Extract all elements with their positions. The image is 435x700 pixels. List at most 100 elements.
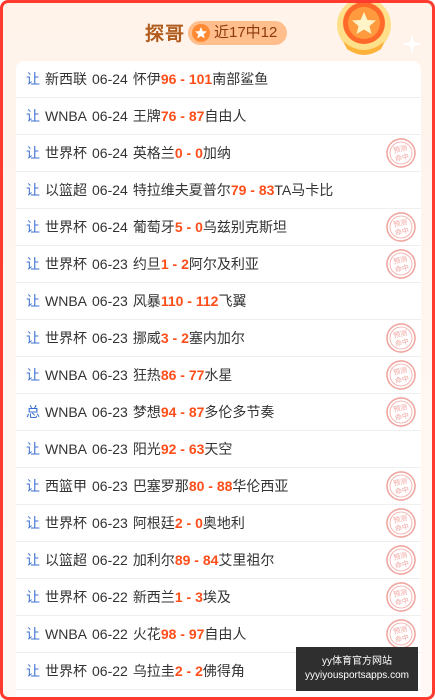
score-separator: - — [182, 515, 196, 531]
score-separator: - — [182, 663, 196, 679]
prediction-hit-stamp: 预测命中 — [384, 396, 418, 428]
sparkle-icon — [402, 34, 422, 54]
home-team: 约旦 — [132, 256, 161, 272]
prediction-hit-stamp: 预测命中 — [384, 581, 418, 613]
list-item[interactable]: 总 WNBA 06-23 梦想94 - 87多伦多节奏 预测 命中 — [16, 394, 421, 431]
match-date: 06-24 — [92, 145, 128, 161]
score-separator: - — [182, 589, 196, 605]
away-team: 自由人 — [204, 626, 247, 642]
list-item[interactable]: 让 WNBA 06-23 阳光92 - 63天空 — [16, 431, 421, 468]
away-team: 水星 — [204, 367, 233, 383]
list-item[interactable]: 让以篮超 06-24 特拉维夫夏普尔79 - 83TA马卡比 — [16, 172, 421, 209]
away-team: 天空 — [204, 441, 233, 457]
match-date: 06-24 — [92, 219, 128, 235]
match-date: 06-23 — [92, 293, 128, 309]
match-date: 06-24 — [92, 108, 128, 124]
away-team: 加纳 — [202, 145, 231, 161]
bet-type: 让 — [26, 256, 40, 272]
expert-name: 探哥 — [145, 24, 186, 45]
star-icon — [192, 24, 210, 42]
away-team: 阿尔及利亚 — [188, 256, 259, 272]
match-date: 06-24 — [92, 71, 128, 87]
league-name: 世界杯 — [45, 145, 87, 161]
match-date: 06-23 — [92, 404, 128, 420]
league-name: 世界杯 — [45, 589, 87, 605]
expert-card: 探哥 近17中12 让新西联 06-24 怀伊96 - 101南部鲨鱼让 WNBA 06… — [0, 0, 435, 700]
bet-type: 让 — [26, 552, 40, 568]
home-team: 风暴 — [132, 293, 161, 309]
away-score: 0 — [195, 219, 203, 235]
prediction-hit-stamp: 预测命中 — [384, 359, 418, 391]
league-name: WNBA — [45, 293, 87, 309]
league-name: 以篮超 — [45, 552, 87, 568]
match-date: 06-22 — [92, 589, 128, 605]
home-score: 76 — [160, 108, 177, 124]
prediction-hit-stamp: 预测命中 — [384, 470, 418, 502]
league-name: 世界杯 — [45, 663, 87, 679]
away-team: 乌兹别克斯坦 — [202, 219, 287, 235]
score-separator: - — [182, 145, 196, 161]
home-team: 狂热 — [132, 367, 161, 383]
list-item[interactable]: 让新西联 06-24 怀伊96 - 101南部鲨鱼 — [16, 61, 421, 98]
match-date: 06-22 — [92, 626, 128, 642]
prediction-hit-stamp: 预测命中 — [384, 248, 418, 280]
match-date: 06-22 — [92, 552, 128, 568]
list-item[interactable]: 让世界杯 06-22 新西兰1 - 3埃及 预测 命中 — [16, 579, 421, 616]
bet-type: 让 — [26, 367, 40, 383]
away-team: 自由人 — [204, 108, 247, 124]
score-separator: - — [168, 330, 182, 346]
bet-type: 让 — [26, 478, 40, 494]
score-separator: - — [176, 71, 189, 87]
home-score: 94 — [160, 404, 177, 420]
home-score: 1 — [160, 256, 169, 272]
match-date: 06-23 — [92, 367, 128, 383]
home-team: 加利尔 — [132, 552, 175, 568]
away-score: 0 — [195, 145, 203, 161]
home-score: 98 — [160, 626, 177, 642]
home-team: 阳光 — [132, 441, 161, 457]
bet-type: 让 — [26, 145, 40, 161]
league-name: 世界杯 — [45, 515, 87, 531]
home-score: 0 — [174, 145, 183, 161]
list-item[interactable]: 让世界杯 06-23 约旦1 - 2阿尔及利亚 预测 命中 — [16, 246, 421, 283]
match-date: 06-23 — [92, 478, 128, 494]
score-separator: - — [246, 182, 259, 198]
league-name: WNBA — [45, 441, 87, 457]
away-score: 87 — [188, 404, 205, 420]
list-item[interactable]: 让 WNBA 06-24 王牌76 - 87自由人 — [16, 98, 421, 135]
away-score: 88 — [216, 478, 233, 494]
home-team: 火花 — [132, 626, 161, 642]
list-item[interactable]: 让以篮超 06-22 加利尔89 - 84艾里祖尔 预测 命中 — [16, 542, 421, 579]
list-item[interactable]: 让西篮甲 06-23 巴塞罗那80 - 88华伦西亚 预测 命中 — [16, 468, 421, 505]
card-header: 探哥 近17中12 — [3, 3, 432, 61]
home-score: 92 — [160, 441, 177, 457]
bet-type: 让 — [26, 589, 40, 605]
list-item[interactable]: 让 WNBA 06-23 狂热86 - 77水星 预测 命中 — [16, 357, 421, 394]
bet-type: 让 — [26, 663, 40, 679]
home-score: 2 — [174, 663, 183, 679]
list-item[interactable]: 让世界杯 06-24 英格兰0 - 0加纳 预测 命中 — [16, 135, 421, 172]
bet-type: 让 — [26, 293, 40, 309]
home-score: 96 — [160, 71, 177, 87]
score-separator: - — [204, 478, 217, 494]
list-item[interactable]: 让世界杯 06-23 挪威3 - 2塞内加尔 预测 命中 — [16, 320, 421, 357]
away-score: 112 — [195, 293, 219, 309]
match-date: 06-23 — [92, 330, 128, 346]
league-name: 以篮超 — [45, 182, 87, 198]
list-item[interactable]: 让世界杯 06-23 阿根廷2 - 0奥地利 预测 命中 — [16, 505, 421, 542]
away-score: 2 — [181, 330, 189, 346]
league-name: WNBA — [45, 626, 87, 642]
list-item[interactable]: 让 WNBA 06-23 风暴110 - 112飞翼 — [16, 283, 421, 320]
away-team: 多伦多节奏 — [204, 404, 275, 420]
league-name: 新西联 — [45, 71, 87, 87]
list-item[interactable]: 让世界杯 06-24 葡萄牙5 - 0乌兹别克斯坦 预测 命中 — [16, 209, 421, 246]
home-team: 乌拉圭 — [132, 663, 175, 679]
score-separator: - — [176, 626, 189, 642]
score-separator: - — [176, 404, 189, 420]
league-name: WNBA — [45, 367, 87, 383]
away-score: 63 — [188, 441, 205, 457]
home-team: 英格兰 — [132, 145, 175, 161]
bet-type: 让 — [26, 330, 40, 346]
home-score: 110 — [160, 293, 184, 309]
away-score: 101 — [188, 71, 213, 87]
